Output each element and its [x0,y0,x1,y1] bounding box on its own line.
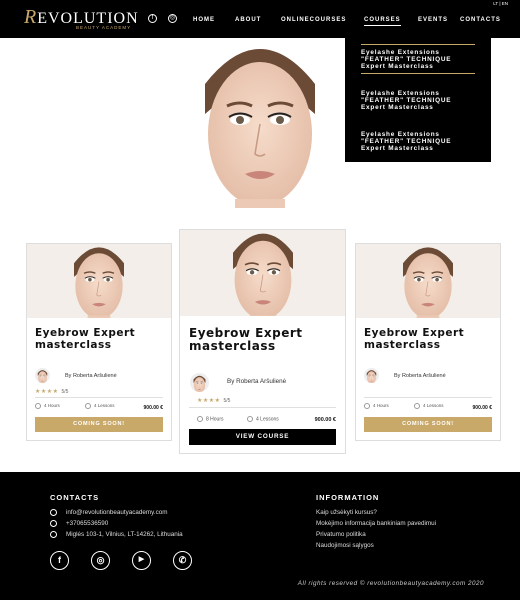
email-icon [50,509,57,516]
avatar [364,368,379,383]
course-title[interactable]: Eyebrow Expert masterclass [35,327,165,351]
book-icon [414,403,420,409]
dropdown-item-course[interactable]: Eyelashe Extensions "FEATHER" TECHNIQUE … [361,44,475,74]
course-hours: 8 Hours [197,416,224,422]
footer-link[interactable]: Kaip užsėkyti kursus? [316,509,377,516]
course-price: 900.00 € [314,417,336,423]
course-price: 900.00 € [472,405,492,411]
view-course-button[interactable]: VIEW COURSE [189,429,336,445]
course-lessons: 4 Lessons [247,416,279,422]
book-icon [247,416,253,422]
course-lessons: 4 Lessons [414,403,444,409]
model-image [216,230,310,316]
avatar [35,368,50,383]
course-hours: 4 Hours [35,403,60,409]
nav-about[interactable]: ABOUT [235,17,261,23]
nav-online-courses[interactable]: ONLINECOURSES [281,17,346,23]
youtube-icon[interactable]: ▶ [132,551,151,570]
facebook-icon[interactable]: f [50,551,69,570]
coming-soon-button[interactable]: COMING SOON! [364,417,492,432]
clock-icon [197,416,203,422]
course-lessons: 4 Lessons [85,403,115,409]
instagram-icon[interactable]: ◎ [168,14,177,23]
model-image [59,244,139,318]
avatar [190,373,209,392]
divider [35,397,163,398]
nav-events[interactable]: EVENTS [418,17,448,23]
site-footer: CONTACTS info@revolutionbeautyacademy.co… [0,472,520,600]
nav-contacts[interactable]: CONTACTS [460,17,501,23]
language-switcher[interactable]: LT | EN [493,1,508,6]
contact-address: Miglės 103-1, Vilnius, LT-14262, Lithuan… [50,531,183,538]
whatsapp-icon[interactable]: ✆ [173,551,192,570]
courses-dropdown-menu: Eyelashe Extensions "FEATHER" TECHNIQUE … [345,38,491,162]
course-image [356,244,500,318]
footer-link[interactable]: Mokėjimo informacija bankiniam pavedimui [316,520,436,527]
footer-link[interactable]: Privatumo politika [316,531,366,538]
coming-soon-button[interactable]: COMING SOON! [35,417,163,432]
course-author: By Roberta Aršulienė [227,378,287,385]
dropdown-item-course[interactable]: Eyelashe Extensions "FEATHER" TECHNIQUE … [361,131,475,152]
avatar-image [35,368,50,383]
divider [189,407,336,408]
contact-phone[interactable]: +37065536590 [50,520,108,527]
clock-icon [364,403,370,409]
copyright: All rights reserved © revolutionbeautyac… [297,580,484,587]
course-card[interactable]: Eyebrow Expert masterclass By Roberta Ar… [355,243,501,441]
phone-icon [50,520,57,527]
course-author: By Roberta Aršulienė [65,373,117,379]
clock-icon [35,403,41,409]
nav-courses[interactable]: COURSES [364,17,401,26]
model-image [388,244,468,318]
rating-stars: ★★★★ 5/5 [197,398,231,404]
logo[interactable]: REVOLUTION BEAUTY ACADEMY [24,6,139,30]
contact-email[interactable]: info@revolutionbeautyacademy.com [50,509,167,516]
nav-home[interactable]: HOME [193,17,215,23]
avatar-image [364,368,379,383]
course-author: By Roberta Aršulienė [394,373,446,379]
site-header: REVOLUTION BEAUTY ACADEMY f ◎ HOME ABOUT… [0,0,520,38]
footer-link[interactable]: Naudojimosi sąlygos [316,542,374,549]
course-hours: 4 Hours [364,403,389,409]
rating-stars: ★★★★ 5/5 [35,389,69,395]
course-title[interactable]: Eyebrow Expert masterclass [189,326,339,353]
contacts-heading: CONTACTS [50,493,100,502]
instagram-icon[interactable]: ◎ [91,551,110,570]
avatar-image [190,373,209,392]
course-card[interactable]: Eyebrow Expert masterclass By Roberta Ar… [26,243,172,441]
hero-model-image [175,38,345,208]
course-price: 900.00 € [143,405,163,411]
course-image [27,244,171,318]
location-icon [50,531,57,538]
course-image [180,230,345,316]
book-icon [85,403,91,409]
divider [364,397,492,398]
dropdown-item-course[interactable]: Eyelashe Extensions "FEATHER" TECHNIQUE … [361,90,475,111]
facebook-icon[interactable]: f [148,14,157,23]
course-card[interactable]: Eyebrow Expert masterclass By Roberta Ar… [179,229,346,454]
information-heading: INFORMATION [316,493,380,502]
logo-tagline: BEAUTY ACADEMY [76,25,132,30]
course-title[interactable]: Eyebrow Expert masterclass [364,327,494,351]
